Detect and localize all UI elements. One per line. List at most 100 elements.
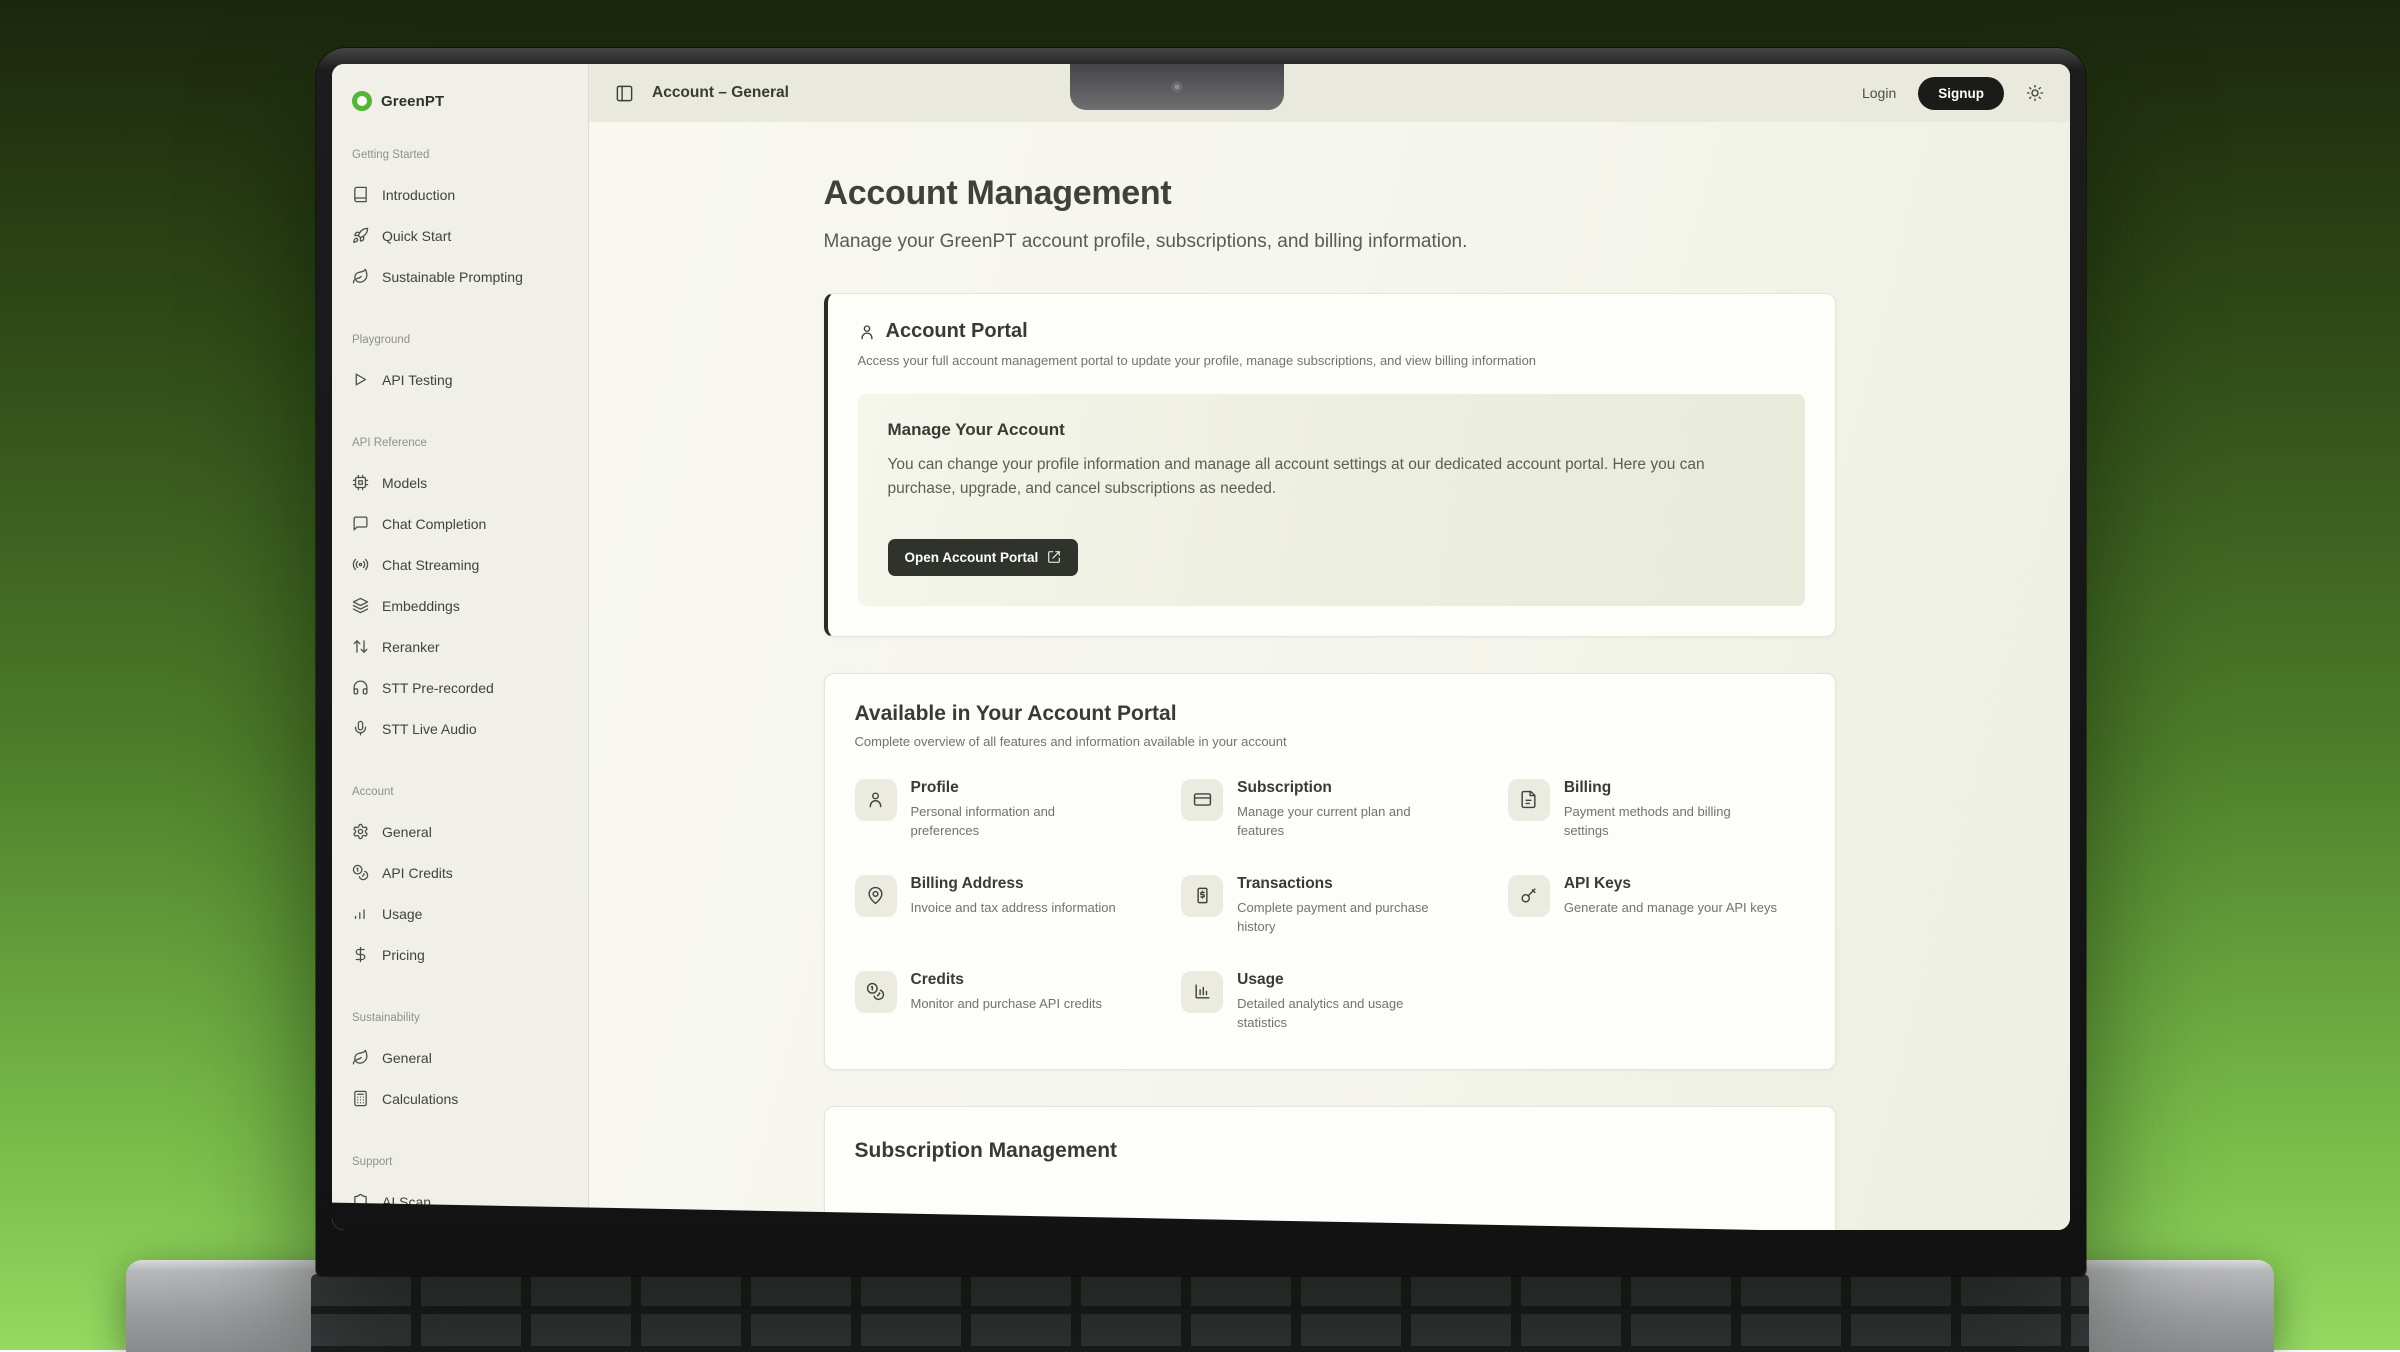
content-container: Account Management Manage your GreenPT a… (824, 174, 1836, 1230)
sidebar-item-embeddings[interactable]: Embeddings (332, 585, 588, 626)
sidebar-item-usage[interactable]: Usage (332, 893, 588, 934)
broadcast-icon (352, 556, 369, 573)
open-account-portal-button[interactable]: Open Account Portal (888, 539, 1079, 576)
banknote-icon (1181, 875, 1223, 917)
sidebar-item-pricing[interactable]: Pricing (332, 934, 588, 975)
feature-profile: Profile Personal information and prefere… (855, 779, 1152, 841)
manage-account-body: You can change your profile information … (888, 453, 1775, 501)
coins-icon (855, 971, 897, 1013)
account-portal-title: Account Portal (886, 320, 1028, 343)
section-label: Support (332, 1153, 588, 1171)
page-subtitle: Manage your GreenPT account profile, sub… (824, 231, 1836, 253)
gear-icon (352, 823, 369, 840)
sidebar-item-account-general[interactable]: General (332, 811, 588, 852)
subscription-management-card: Subscription Management (824, 1106, 1836, 1230)
sidebar-item-api-testing[interactable]: API Testing (332, 359, 588, 400)
sidebar-item-models[interactable]: Models (332, 462, 588, 503)
brand-name: GreenPT (381, 93, 444, 110)
sidebar-item-calculations[interactable]: Calculations (332, 1078, 588, 1119)
available-features-card: Available in Your Account Portal Complet… (824, 673, 1836, 1070)
section-label: Getting Started (332, 146, 588, 164)
open-account-portal-label: Open Account Portal (905, 550, 1039, 565)
arrow-up-down-icon (352, 638, 369, 655)
sidebar-item-chat-completion[interactable]: Chat Completion (332, 503, 588, 544)
calculator-icon (352, 1090, 369, 1107)
feature-usage: Usage Detailed analytics and usage stati… (1181, 971, 1478, 1033)
brand-ring-icon (352, 91, 372, 111)
sidebar: GreenPT Getting Started Introduction Qui… (332, 64, 589, 1230)
external-link-icon (1047, 550, 1061, 564)
features-card-title: Available in Your Account Portal (855, 702, 1805, 726)
section-label: Sustainability (332, 1009, 588, 1027)
sidebar-item-chat-streaming[interactable]: Chat Streaming (332, 544, 588, 585)
page-breadcrumb-title: Account – General (652, 84, 789, 102)
section-label: API Reference (332, 434, 588, 452)
file-text-icon (1508, 779, 1550, 821)
content-scroll-area[interactable]: Account Management Manage your GreenPT a… (589, 122, 2070, 1230)
account-portal-header: Account Portal (858, 320, 1805, 343)
sidebar-item-introduction[interactable]: Introduction (332, 174, 588, 215)
dollar-icon (352, 946, 369, 963)
sidebar-section-account: Account General API Credits Usage (332, 783, 588, 975)
feature-credits: Credits Monitor and purchase API credits (855, 971, 1152, 1033)
laptop-screen-frame: GreenPT Getting Started Introduction Qui… (316, 48, 2086, 1276)
headphones-icon (352, 679, 369, 696)
credit-card-icon (1181, 779, 1223, 821)
subscription-management-title: Subscription Management (855, 1139, 1805, 1163)
topbar-actions: Login Signup (1862, 77, 2044, 110)
rocket-icon (352, 227, 369, 244)
layers-icon (352, 597, 369, 614)
sidebar-item-stt-pre-recorded[interactable]: STT Pre-recorded (332, 667, 588, 708)
sidebar-item-quick-start[interactable]: Quick Start (332, 215, 588, 256)
laptop-keyboard (311, 1274, 2089, 1352)
topbar: Account – General Login Signup (589, 64, 2070, 122)
features-grid: Profile Personal information and prefere… (855, 779, 1805, 1033)
background-gradient: GreenPT Getting Started Introduction Qui… (0, 0, 2400, 1350)
page-title: Account Management (824, 174, 1836, 213)
sidebar-section-sustainability: Sustainability General Calculations (332, 1009, 588, 1119)
section-label: Account (332, 783, 588, 801)
panel-left-icon[interactable] (615, 84, 634, 103)
app-window: GreenPT Getting Started Introduction Qui… (332, 64, 2070, 1230)
feature-billing-address: Billing Address Invoice and tax address … (855, 875, 1152, 937)
camera-notch (1070, 64, 1284, 110)
play-icon (352, 371, 369, 388)
key-icon (1508, 875, 1550, 917)
login-link[interactable]: Login (1862, 85, 1896, 101)
features-card-subtitle: Complete overview of all features and in… (855, 734, 1805, 749)
account-portal-description: Access your full account management port… (858, 353, 1805, 368)
signal-bars-icon (352, 905, 369, 922)
message-icon (352, 515, 369, 532)
sidebar-section-getting-started: Getting Started Introduction Quick Start… (332, 146, 588, 297)
leaf-icon (352, 268, 369, 285)
sun-icon[interactable] (2026, 84, 2044, 102)
section-label: Playground (332, 331, 588, 349)
feature-subscription: Subscription Manage your current plan an… (1181, 779, 1478, 841)
sidebar-item-stt-live-audio[interactable]: STT Live Audio (332, 708, 588, 749)
sidebar-section-api-reference: API Reference Models Chat Completion Cha… (332, 434, 588, 749)
mic-icon (352, 720, 369, 737)
sidebar-item-reranker[interactable]: Reranker (332, 626, 588, 667)
webcam-icon (1172, 82, 1183, 93)
user-icon (855, 779, 897, 821)
brand-logo[interactable]: GreenPT (332, 64, 588, 126)
cpu-icon (352, 474, 369, 491)
sidebar-item-sustainability-general[interactable]: General (332, 1037, 588, 1078)
coins-icon (352, 864, 369, 881)
book-icon (352, 186, 369, 203)
sidebar-section-playground: Playground API Testing (332, 331, 588, 400)
app-screen: GreenPT Getting Started Introduction Qui… (332, 64, 2070, 1230)
sidebar-item-api-credits[interactable]: API Credits (332, 852, 588, 893)
map-pin-icon (855, 875, 897, 917)
feature-api-keys: API Keys Generate and manage your API ke… (1508, 875, 1805, 937)
manage-account-panel: Manage Your Account You can change your … (858, 394, 1805, 606)
user-icon (858, 323, 876, 341)
feature-transactions: Transactions Complete payment and purcha… (1181, 875, 1478, 937)
chart-column-icon (1181, 971, 1223, 1013)
signup-button[interactable]: Signup (1918, 77, 2004, 110)
main-column: Account – General Login Signup Account M… (589, 64, 2070, 1230)
manage-account-title: Manage Your Account (888, 420, 1775, 440)
sidebar-item-sustainable-prompting[interactable]: Sustainable Prompting (332, 256, 588, 297)
feature-billing: Billing Payment methods and billing sett… (1508, 779, 1805, 841)
account-portal-card: Account Portal Access your full account … (824, 293, 1836, 637)
